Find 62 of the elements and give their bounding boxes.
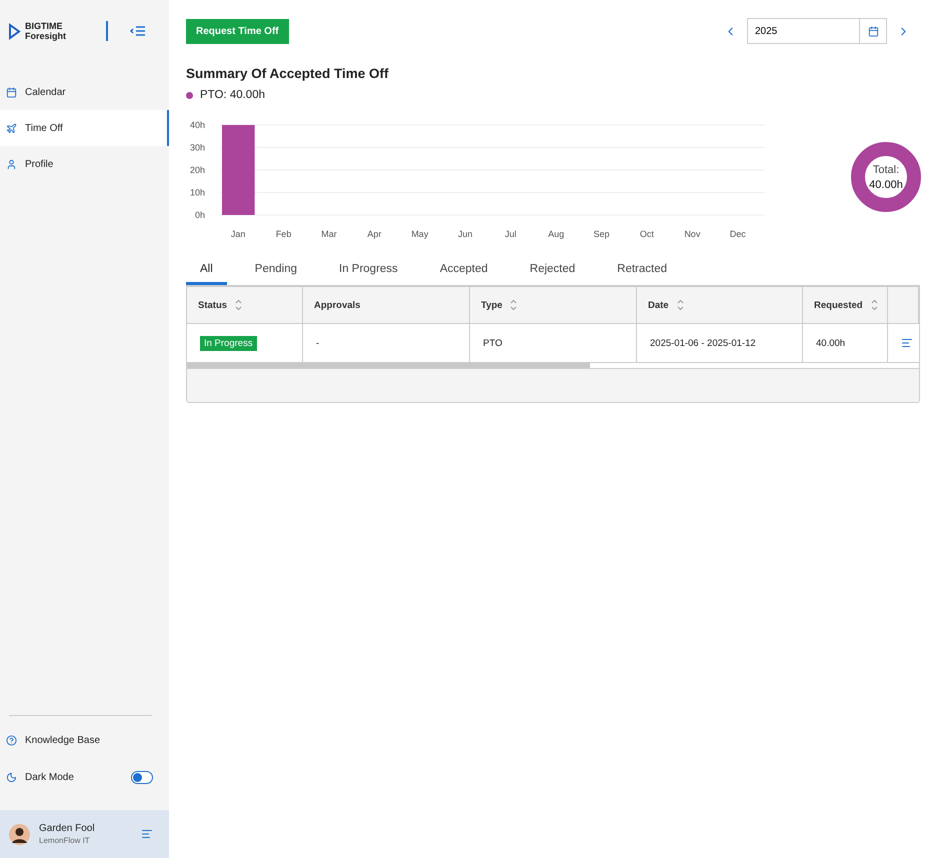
table-cell: 2025-01-06 - 2025-01-12 (650, 338, 756, 348)
donut-ring (851, 142, 921, 212)
axis-label: Jul (504, 229, 516, 239)
nav-item[interactable]: Calendar (0, 74, 169, 110)
menu-icon[interactable] (141, 828, 153, 840)
axis-label: Oct (640, 229, 654, 239)
status-badge: In Progress (200, 336, 257, 350)
table-cell: - (316, 338, 320, 348)
axis-label: Feb (276, 229, 292, 239)
axis-label: 10h (190, 188, 205, 198)
avatar (9, 824, 30, 844)
axis-label: May (411, 229, 428, 239)
calendar-button[interactable] (859, 18, 887, 44)
tab[interactable]: Rejected (516, 257, 590, 285)
calendar-icon (868, 26, 878, 36)
axis-label: Sep (594, 229, 610, 239)
dark-mode-label: Dark Mode (25, 772, 74, 783)
summary-title: Summary Of Accepted Time Off (186, 66, 390, 81)
calendar-icon (6, 86, 17, 98)
table-cell: 40.00h (816, 338, 846, 348)
plane-icon (6, 122, 17, 134)
axis-label: Dec (730, 229, 746, 239)
axis-label: Aug (548, 229, 564, 239)
user-name: Garden Fool (39, 823, 95, 834)
user-icon (6, 158, 17, 170)
nav-label: Profile (25, 158, 54, 170)
tab[interactable]: Retracted (603, 257, 682, 285)
knowledge-base-link[interactable]: Knowledge Base (0, 722, 169, 759)
nav-label: Calendar (25, 86, 66, 98)
axis-label: Apr (367, 229, 382, 239)
tab[interactable]: In Progress (325, 257, 412, 285)
collapse-menu-icon[interactable] (130, 25, 146, 37)
table-cell: PTO (483, 338, 502, 348)
sort-icon[interactable] (235, 299, 242, 311)
nav-item[interactable]: Time Off (0, 110, 169, 146)
moon-icon (6, 772, 17, 783)
axis-label: 40h (190, 120, 205, 130)
axis-label: Mar (321, 229, 337, 239)
axis-label: 30h (190, 142, 205, 152)
tab[interactable]: Pending (240, 257, 311, 285)
dark-mode-switch[interactable] (131, 771, 153, 784)
sort-icon[interactable] (676, 299, 684, 311)
tab[interactable]: Accepted (426, 257, 502, 285)
donut-value: 40.00h (869, 179, 903, 191)
year-field[interactable]: 2025 (747, 18, 859, 44)
axis-label: Jan (230, 229, 246, 239)
sort-icon[interactable] (510, 299, 518, 311)
axis-label: Jun (458, 229, 472, 239)
legend-label: PTO: 40.00h (200, 89, 265, 101)
scrollbar-thumb[interactable] (187, 363, 590, 368)
logo-icon (8, 22, 21, 40)
details-icon[interactable] (901, 337, 913, 349)
axis-label: 20h (190, 165, 205, 175)
nav-label: Time Off (25, 122, 63, 134)
logo-text: BIGTIME Foresight (25, 21, 66, 41)
nav-item[interactable]: Profile (0, 146, 169, 182)
help-icon (6, 735, 17, 746)
axis-label: Nov (684, 229, 700, 239)
donut-label: Total: (872, 164, 900, 176)
axis-label: 0h (194, 210, 205, 220)
company-name: LemonFlow IT (39, 836, 91, 845)
sort-icon[interactable] (870, 299, 878, 311)
